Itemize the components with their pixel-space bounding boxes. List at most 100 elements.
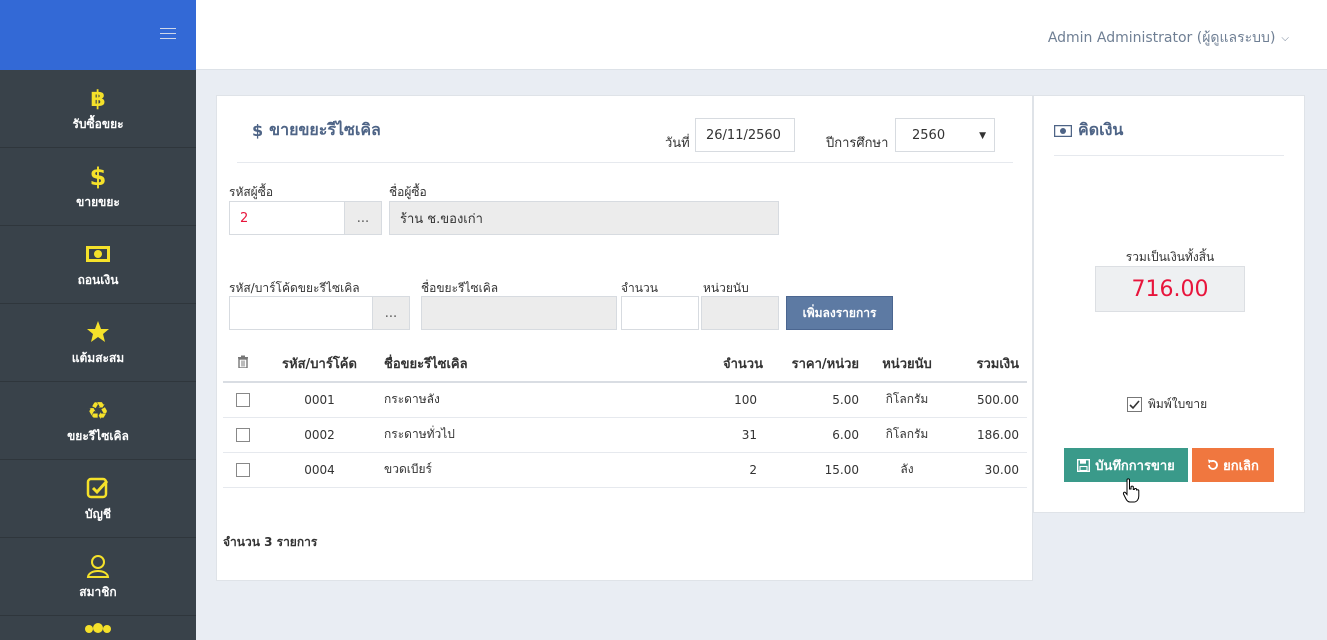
items-table: รหัส/บาร์โค้ด ชื่อขยะรีไซเคิล จำนวน ราคา… [223, 346, 1027, 488]
dollar-icon: $ [252, 121, 264, 140]
star-icon [86, 317, 110, 347]
col-header-code: รหัส/บาร์โค้ด [263, 346, 376, 383]
svg-text:$: $ [90, 163, 107, 189]
sidebar-item-label: สมาชิก [79, 585, 117, 599]
row-checkbox[interactable] [236, 393, 250, 407]
row-checkbox[interactable] [236, 427, 250, 442]
sidebar-item-label: ถอนเงิน [77, 273, 119, 287]
total-amount: 716.00 [1095, 266, 1245, 312]
row-total: 186.00 [947, 417, 1027, 453]
check-icon [1129, 399, 1140, 409]
item-name-field [421, 296, 617, 330]
row-qty: 2 [676, 452, 771, 488]
print-receipt-checkbox[interactable] [1127, 397, 1142, 412]
sidebar-item-more[interactable] [0, 616, 196, 640]
qty-input[interactable] [621, 296, 699, 330]
checkout-panel: คิดเงิน รวมเป็นเงินทั้งสิ้น 716.00 พิมพ์… [1033, 95, 1305, 513]
col-header-total: รวมเงิน [947, 346, 1027, 383]
row-total: 500.00 [947, 382, 1027, 418]
buyer-search-button[interactable]: ... [344, 201, 382, 235]
divider [1054, 155, 1284, 156]
row-qty: 31 [676, 417, 771, 453]
row-price: 6.00 [771, 417, 867, 453]
row-name: กระดาษทั่วไป [376, 417, 676, 453]
buyer-code-label: รหัสผู้ซื้อ [229, 185, 274, 199]
delete-column-header[interactable] [223, 346, 263, 383]
floppy-disk-icon [1077, 458, 1091, 472]
buyer-code-input[interactable]: 2 [229, 201, 345, 235]
sidebar-item-withdraw[interactable]: ถอนเงิน [0, 226, 196, 304]
user-name: Admin Administrator (ผู้ดูแลระบบ) [1047, 30, 1276, 46]
money-icon [1054, 124, 1072, 137]
sidebar-item-members[interactable]: สมาชิก [0, 538, 196, 616]
row-total: 30.00 [947, 452, 1027, 488]
col-header-price: ราคา/หน่วย [771, 346, 867, 383]
table-row: 0004 ขวดเบียร์ 2 15.00 ลัง 30.00 [223, 452, 1027, 488]
hand-cursor-icon [1122, 478, 1140, 503]
add-item-button[interactable]: เพิ่มลงรายการ [786, 296, 893, 330]
sidebar-item-label: แต้มสะสม [71, 351, 125, 365]
chevron-down-icon: ⌵ [1281, 32, 1289, 44]
buyer-name-label: ชื่อผู้ซื้อ [389, 185, 427, 199]
sidebar-item-points[interactable]: แต้มสะสม [0, 304, 196, 382]
check-square-icon [86, 473, 110, 503]
sidebar-item-label: บัญชี [85, 507, 111, 521]
row-code: 0001 [263, 382, 376, 418]
user-icon [85, 551, 111, 581]
col-header-qty: จำนวน [676, 346, 771, 383]
save-sale-button[interactable]: บันทึกการขาย [1064, 448, 1188, 482]
trash-icon [238, 355, 248, 369]
divider [237, 162, 1013, 163]
table-row: 0001 กระดาษลัง 100 5.00 กิโลกรัม 500.00 [223, 382, 1027, 418]
item-search-button[interactable]: ... [372, 296, 410, 330]
col-header-unit: หน่วยนับ [867, 346, 947, 383]
total-label: รวมเป็นเงินทั้งสิ้น [1125, 250, 1215, 264]
money-icon [85, 239, 111, 269]
dollar-icon: $ [87, 161, 109, 191]
sidebar-item-label: รับซื้อขยะ [72, 117, 124, 131]
user-menu[interactable]: Admin Administrator (ผู้ดูแลระบบ) ⌵ [1048, 27, 1289, 49]
print-receipt-option[interactable]: พิมพ์ใบขาย [1127, 395, 1207, 414]
year-label: ปีการศึกษา [826, 136, 889, 151]
item-count: จำนวน 3 รายการ [223, 535, 318, 549]
sidebar-item-label: ขายขยะ [76, 195, 120, 209]
checkout-title: คิดเงิน [1054, 118, 1123, 143]
year-select[interactable]: 2560 ▼ [895, 118, 995, 152]
sidebar-item-account[interactable]: บัญชี [0, 460, 196, 538]
sidebar-item-recycle[interactable]: ♻ ขยะรีไซเคิล [0, 382, 196, 460]
svg-text:♻: ♻ [87, 397, 109, 423]
sidebar-item-buy-waste[interactable]: ฿ รับซื้อขยะ [0, 70, 196, 148]
row-name: ขวดเบียร์ [376, 452, 676, 488]
unit-field [701, 296, 779, 330]
item-code-input[interactable] [229, 296, 373, 330]
top-header: Admin Administrator (ผู้ดูแลระบบ) ⌵ [196, 0, 1327, 70]
cancel-button[interactable]: ยกเลิก [1192, 448, 1274, 482]
sidebar-item-label: ขยะรีไซเคิล [67, 429, 129, 443]
bitcoin-icon: ฿ [87, 83, 109, 113]
row-unit: ลัง [867, 452, 947, 488]
caret-down-icon: ▼ [979, 131, 986, 141]
sidebar: ฿ รับซื้อขยะ $ ขายขยะ ถอนเงิน แต้มสะสม ♻… [0, 0, 196, 640]
print-receipt-label: พิมพ์ใบขาย [1148, 397, 1208, 411]
row-code: 0004 [263, 452, 376, 488]
date-input[interactable]: 26/11/2560 [695, 118, 795, 152]
sell-waste-panel: $ ขายขยะรีไซเคิล วันที่ 26/11/2560 ปีการ… [216, 95, 1033, 581]
hamburger-menu-icon[interactable] [160, 28, 176, 40]
row-unit: กิโลกรัม [867, 417, 947, 453]
svg-text:฿: ฿ [90, 87, 105, 111]
row-price: 5.00 [771, 382, 867, 418]
group-icon [83, 616, 113, 636]
buyer-name-field: ร้าน ช.ของเก่า [389, 201, 779, 235]
sidebar-brand [0, 0, 196, 70]
col-header-name: ชื่อขยะรีไซเคิล [376, 346, 676, 383]
table-row: 0002 กระดาษทั่วไป 31 6.00 กิโลกรัม 186.0… [223, 417, 1027, 453]
row-qty: 100 [676, 382, 771, 418]
recycle-icon: ♻ [85, 395, 111, 425]
undo-icon [1208, 459, 1218, 470]
sidebar-item-sell-waste[interactable]: $ ขายขยะ [0, 148, 196, 226]
row-unit: กิโลกรัม [867, 382, 947, 418]
row-code: 0002 [263, 417, 376, 453]
row-price: 15.00 [771, 452, 867, 488]
page-title: $ ขายขยะรีไซเคิล [252, 120, 381, 140]
row-checkbox[interactable] [236, 462, 250, 477]
